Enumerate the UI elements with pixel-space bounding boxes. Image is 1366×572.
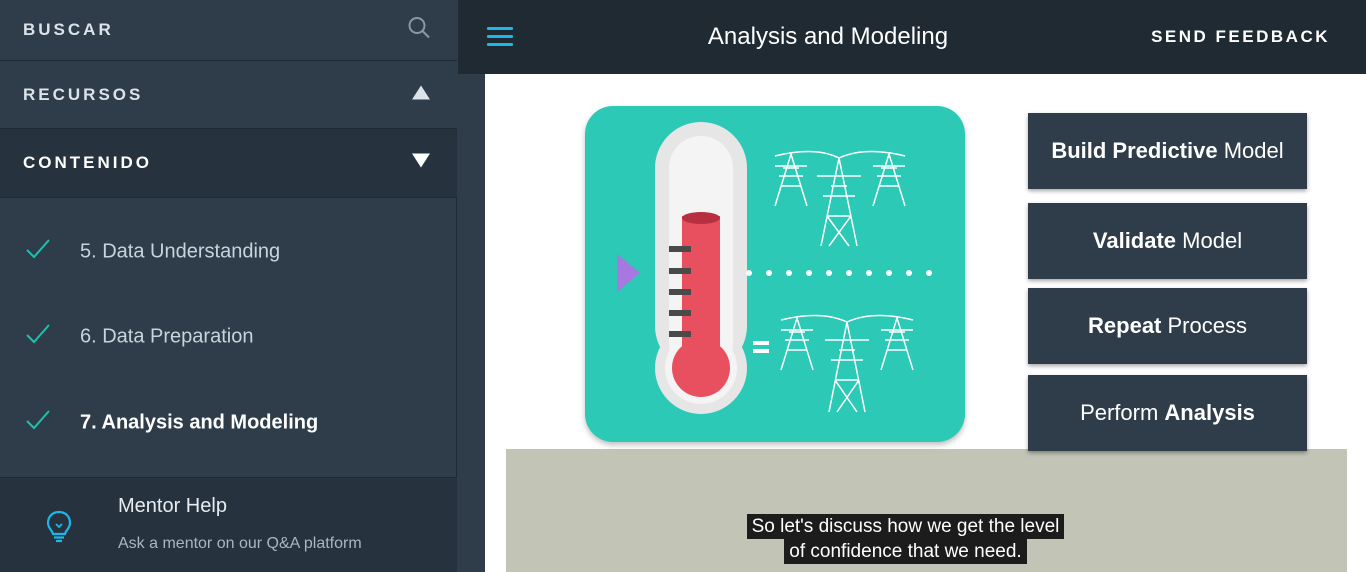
step-normal-text: Model xyxy=(1176,228,1243,253)
step-normal-text: Model xyxy=(1217,138,1284,163)
resources-label: RECURSOS xyxy=(23,84,144,104)
step-validate-model: Validate Model xyxy=(1028,203,1307,279)
step-bold-text: Build Predictive xyxy=(1051,138,1218,163)
step-repeat-process: Repeat Process xyxy=(1028,288,1307,364)
mentor-help-title: Mentor Help xyxy=(118,495,227,517)
main-content: Build Predictive Model Validate Model Re… xyxy=(458,74,1366,572)
step-perform-analysis: Perform Analysis xyxy=(1028,375,1307,451)
send-feedback-button[interactable]: SEND FEEDBACK xyxy=(1151,27,1330,47)
caption-line-2: of confidence that we need. xyxy=(784,539,1027,564)
mentor-help-subtitle: Ask a mentor on our Q&A platform xyxy=(118,535,362,552)
step-bold-text: Repeat xyxy=(1088,313,1162,338)
lightbulb-icon xyxy=(46,510,72,549)
triangle-down-icon xyxy=(411,153,431,174)
resources-toggle[interactable]: RECURSOS xyxy=(0,61,457,129)
lesson-item-data-preparation[interactable]: 6. Data Preparation xyxy=(0,294,457,380)
search-row[interactable]: BUSCAR xyxy=(0,0,457,61)
triangle-up-icon xyxy=(411,84,431,105)
thermometer-illustration xyxy=(585,106,965,442)
sidebar: BUSCAR RECURSOS CONTENIDO 5. Data Unders… xyxy=(0,0,457,572)
lesson-label: 7. Analysis and Modeling xyxy=(80,411,319,434)
content-label: CONTENIDO xyxy=(23,153,152,172)
search-icon[interactable] xyxy=(407,16,431,45)
checkmark-icon xyxy=(25,323,51,351)
lesson-item-data-understanding[interactable]: 5. Data Understanding xyxy=(0,209,457,295)
step-normal-text: Perform xyxy=(1080,400,1165,425)
mentor-help-panel[interactable]: Mentor Help Ask a mentor on our Q&A plat… xyxy=(0,477,457,572)
lesson-label: 5. Data Understanding xyxy=(80,240,281,263)
checkmark-icon xyxy=(25,238,51,266)
step-bold-text: Validate xyxy=(1092,228,1177,253)
lesson-label: 6. Data Preparation xyxy=(80,325,254,348)
video-caption: So let's discuss how we get the level of… xyxy=(485,514,1326,564)
page-title: Analysis and Modeling xyxy=(707,23,949,50)
caption-line-1: So let's discuss how we get the level xyxy=(746,514,1065,539)
lesson-item-analysis-modeling[interactable]: 7. Analysis and Modeling xyxy=(0,380,457,466)
step-bold-text: Analysis xyxy=(1164,400,1255,425)
top-header: Analysis and Modeling SEND FEEDBACK xyxy=(458,0,1366,74)
checkmark-icon xyxy=(25,409,51,437)
content-toggle[interactable]: CONTENIDO xyxy=(0,129,457,198)
search-label: BUSCAR xyxy=(23,20,114,39)
step-normal-text: Process xyxy=(1161,313,1247,338)
step-build-predictive-model: Build Predictive Model xyxy=(1028,113,1307,189)
